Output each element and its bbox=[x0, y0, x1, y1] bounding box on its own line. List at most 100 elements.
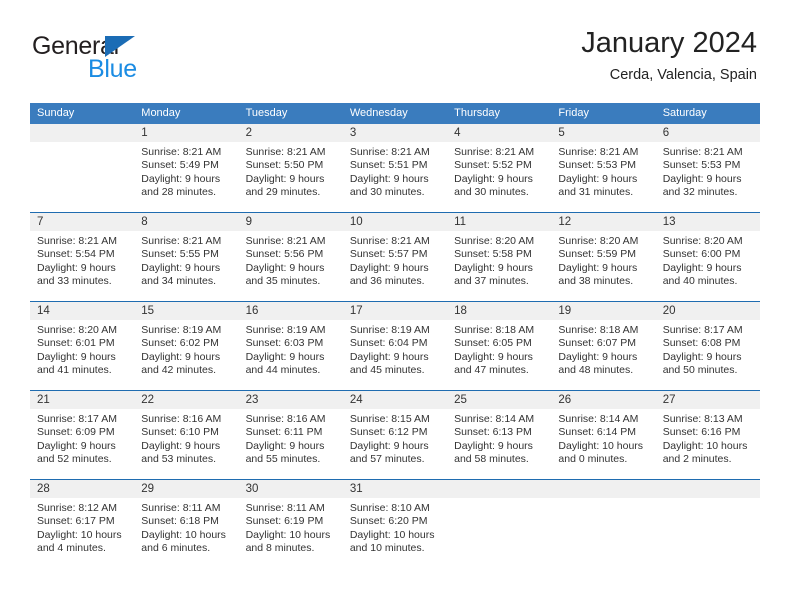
day-info-line: Sunset: 6:13 PM bbox=[454, 426, 532, 439]
day-info-line: Daylight: 9 hours bbox=[141, 172, 221, 185]
day-info-line: Sunset: 5:55 PM bbox=[141, 248, 219, 261]
brand-name-blue: Blue bbox=[88, 55, 137, 83]
day-info-line: Daylight: 9 hours bbox=[245, 172, 325, 185]
day-cell-4[interactable]: Sunrise: 8:21 AM Sunset: 5:52 PM Daylight:… bbox=[447, 142, 551, 212]
day-info-line: Sunset: 6:02 PM bbox=[141, 337, 219, 350]
day-cell-10[interactable]: Sunrise: 8:21 AM Sunset: 5:57 PM Daylight:… bbox=[343, 231, 447, 301]
day-number-23[interactable]: 23 bbox=[239, 391, 343, 409]
day-cell-18[interactable]: Sunrise: 8:18 AM Sunset: 6:05 PM Daylight:… bbox=[447, 320, 551, 390]
day-info-line: Sunrise: 8:21 AM bbox=[558, 146, 639, 158]
day-number-24[interactable]: 24 bbox=[343, 391, 447, 409]
day-cell-28[interactable]: Sunrise: 8:12 AM Sunset: 6:17 PM Daylight:… bbox=[30, 498, 134, 568]
day-number-1[interactable]: 1 bbox=[134, 124, 238, 142]
day-cell-24[interactable]: Sunrise: 8:15 AM Sunset: 6:12 PM Daylight:… bbox=[343, 409, 447, 479]
day-info-line: Sunset: 5:59 PM bbox=[558, 248, 637, 261]
day-number-31[interactable]: 31 bbox=[343, 480, 447, 498]
day-number-11[interactable]: 11 bbox=[447, 213, 551, 231]
day-cell-19[interactable]: Sunrise: 8:18 AM Sunset: 6:07 PM Daylight:… bbox=[551, 320, 655, 390]
day-number-9[interactable]: 9 bbox=[239, 213, 343, 231]
day-info-line: and 2 minutes. bbox=[662, 453, 732, 466]
day-info-line: and 41 minutes. bbox=[37, 364, 112, 377]
day-number-2[interactable]: 2 bbox=[239, 124, 343, 142]
day-cell-31[interactable]: Sunrise: 8:10 AM Sunset: 6:20 PM Daylight:… bbox=[343, 498, 447, 568]
day-header-monday: Monday bbox=[141, 107, 181, 119]
day-info-line: Daylight: 10 hours bbox=[662, 439, 748, 452]
day-number-12[interactable]: 12 bbox=[551, 213, 655, 231]
day-info-line: Daylight: 9 hours bbox=[454, 261, 533, 274]
day-number-21[interactable]: 21 bbox=[30, 391, 134, 409]
day-cell-6[interactable]: Sunrise: 8:21 AM Sunset: 5:53 PM Daylight:… bbox=[656, 142, 760, 212]
day-cell-27[interactable]: Sunrise: 8:13 AM Sunset: 6:16 PM Daylight:… bbox=[656, 409, 760, 479]
day-info-line: Daylight: 9 hours bbox=[37, 350, 116, 363]
day-cell-23[interactable]: Sunrise: 8:16 AM Sunset: 6:11 PM Daylight:… bbox=[239, 409, 343, 479]
day-info-line: Daylight: 9 hours bbox=[454, 350, 533, 363]
day-info-line: and 53 minutes. bbox=[141, 453, 216, 466]
day-info-line: Sunrise: 8:17 AM bbox=[662, 324, 743, 336]
day-number-5[interactable]: 5 bbox=[551, 124, 655, 142]
day-cell-17[interactable]: Sunrise: 8:19 AM Sunset: 6:04 PM Daylight:… bbox=[343, 320, 447, 390]
day-number-17[interactable]: 17 bbox=[343, 302, 447, 320]
day-info-line: Daylight: 9 hours bbox=[141, 439, 221, 452]
day-number-4[interactable]: 4 bbox=[447, 124, 551, 142]
day-number-26[interactable]: 26 bbox=[551, 391, 655, 409]
day-number-7[interactable]: 7 bbox=[30, 213, 134, 231]
day-info-line: Sunrise: 8:16 AM bbox=[141, 413, 222, 425]
day-cell-15[interactable]: Sunrise: 8:19 AM Sunset: 6:02 PM Daylight:… bbox=[134, 320, 238, 390]
day-info-line: Sunset: 5:54 PM bbox=[37, 248, 115, 261]
day-info-line: Daylight: 9 hours bbox=[558, 350, 638, 363]
week-date-number-band: 21 22 23 24 25 26 27 bbox=[30, 391, 760, 409]
day-cell-14[interactable]: Sunrise: 8:20 AM Sunset: 6:01 PM Daylight:… bbox=[30, 320, 134, 390]
day-number-30[interactable]: 30 bbox=[239, 480, 343, 498]
day-cell-1[interactable]: Sunrise: 8:21 AM Sunset: 5:49 PM Daylight:… bbox=[134, 142, 238, 212]
day-info-line: Sunset: 6:20 PM bbox=[349, 515, 428, 528]
day-info-line: Sunset: 6:12 PM bbox=[349, 426, 428, 439]
day-cell-25[interactable]: Sunrise: 8:14 AM Sunset: 6:13 PM Daylight:… bbox=[447, 409, 551, 479]
day-number-27[interactable]: 27 bbox=[656, 391, 760, 409]
day-cell-26[interactable]: Sunrise: 8:14 AM Sunset: 6:14 PM Daylight:… bbox=[551, 409, 655, 479]
day-cell-9[interactable]: Sunrise: 8:21 AM Sunset: 5:56 PM Daylight:… bbox=[239, 231, 343, 301]
day-number-15[interactable]: 15 bbox=[134, 302, 238, 320]
day-cell-22[interactable]: Sunrise: 8:16 AM Sunset: 6:10 PM Daylight:… bbox=[134, 409, 238, 479]
day-info-line: Sunset: 6:00 PM bbox=[662, 248, 741, 261]
day-number-19[interactable]: 19 bbox=[551, 302, 655, 320]
day-header-tuesday: Tuesday bbox=[245, 107, 288, 119]
day-cell-30[interactable]: Sunrise: 8:11 AM Sunset: 6:19 PM Daylight:… bbox=[239, 498, 343, 568]
day-cell-11[interactable]: Sunrise: 8:20 AM Sunset: 5:58 PM Daylight:… bbox=[447, 231, 551, 301]
day-info-line: and 35 minutes. bbox=[245, 275, 321, 288]
day-number-8[interactable]: 8 bbox=[134, 213, 238, 231]
day-cell-16[interactable]: Sunrise: 8:19 AM Sunset: 6:03 PM Daylight:… bbox=[239, 320, 343, 390]
day-number-18[interactable]: 18 bbox=[447, 302, 551, 320]
day-number-25[interactable]: 25 bbox=[447, 391, 551, 409]
day-info-line: Sunrise: 8:21 AM bbox=[245, 235, 326, 247]
day-info-line: Daylight: 9 hours bbox=[558, 172, 638, 185]
day-number-10[interactable]: 10 bbox=[343, 213, 447, 231]
day-cell-8[interactable]: Sunrise: 8:21 AM Sunset: 5:55 PM Daylight:… bbox=[134, 231, 238, 301]
day-number-6[interactable]: 6 bbox=[656, 124, 760, 142]
brand-logo[interactable]: General Blue bbox=[32, 32, 262, 84]
day-number-13[interactable]: 13 bbox=[656, 213, 760, 231]
day-cell-20[interactable]: Sunrise: 8:17 AM Sunset: 6:08 PM Daylight:… bbox=[656, 320, 760, 390]
day-cell-13[interactable]: Sunrise: 8:20 AM Sunset: 6:00 PM Daylight:… bbox=[656, 231, 760, 301]
day-info-line: and 55 minutes. bbox=[245, 453, 321, 466]
day-number-20[interactable]: 20 bbox=[656, 302, 760, 320]
day-number-3[interactable]: 3 bbox=[343, 124, 447, 142]
day-info-line: Sunrise: 8:10 AM bbox=[349, 502, 430, 514]
day-info-line: Sunset: 6:18 PM bbox=[141, 515, 219, 528]
day-cell-29[interactable]: Sunrise: 8:11 AM Sunset: 6:18 PM Daylight:… bbox=[134, 498, 238, 568]
day-number-22[interactable]: 22 bbox=[134, 391, 238, 409]
day-number-14[interactable]: 14 bbox=[30, 302, 134, 320]
day-info-line: Sunset: 6:04 PM bbox=[349, 337, 428, 350]
day-cell-21[interactable]: Sunrise: 8:17 AM Sunset: 6:09 PM Daylight:… bbox=[30, 409, 134, 479]
location-subtitle: Cerda, Valencia, Spain bbox=[609, 67, 757, 83]
day-cell-5[interactable]: Sunrise: 8:21 AM Sunset: 5:53 PM Daylight:… bbox=[551, 142, 655, 212]
day-number-16[interactable]: 16 bbox=[239, 302, 343, 320]
day-number-29[interactable]: 29 bbox=[134, 480, 238, 498]
day-info-line: Daylight: 9 hours bbox=[245, 439, 325, 452]
day-cell-7[interactable]: Sunrise: 8:21 AM Sunset: 5:54 PM Daylight:… bbox=[30, 231, 134, 301]
day-number-empty bbox=[30, 124, 134, 142]
calendar-week-row: 7 8 9 10 11 12 13 Sunrise: 8:21 AM Sunset: 5:54 … bbox=[30, 212, 760, 301]
day-cell-3[interactable]: Sunrise: 8:21 AM Sunset: 5:51 PM Daylight:… bbox=[343, 142, 447, 212]
day-cell-12[interactable]: Sunrise: 8:20 AM Sunset: 5:59 PM Daylight:… bbox=[551, 231, 655, 301]
day-number-28[interactable]: 28 bbox=[30, 480, 134, 498]
day-cell-2[interactable]: Sunrise: 8:21 AM Sunset: 5:50 PM Daylight:… bbox=[239, 142, 343, 212]
